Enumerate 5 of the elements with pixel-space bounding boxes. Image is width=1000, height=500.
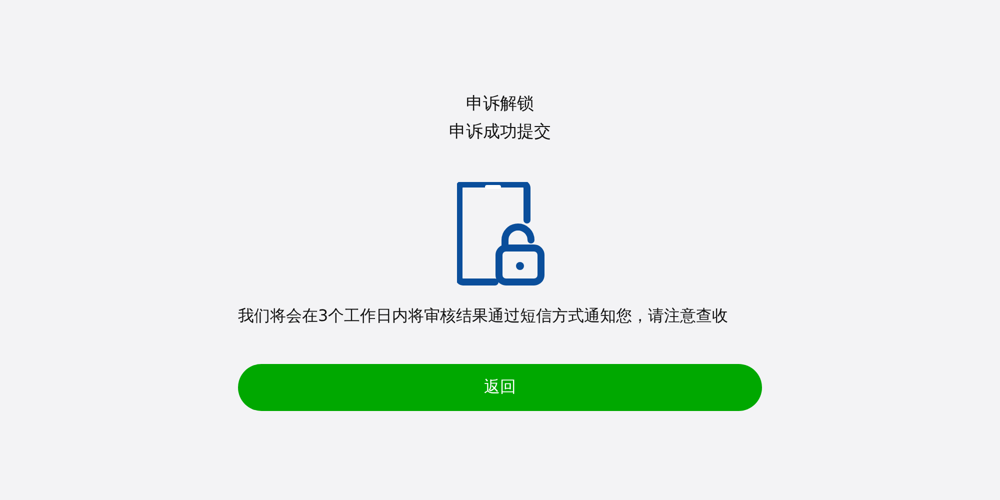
page-title: 申诉解锁 bbox=[466, 93, 534, 116]
back-button[interactable]: 返回 bbox=[238, 364, 762, 411]
notice-text: 我们将会在3个工作日内将审核结果通过短信方式通知您，请注意查收 bbox=[238, 305, 730, 327]
status-text: 申诉成功提交 bbox=[449, 121, 551, 144]
phone-unlock-icon bbox=[457, 182, 545, 287]
